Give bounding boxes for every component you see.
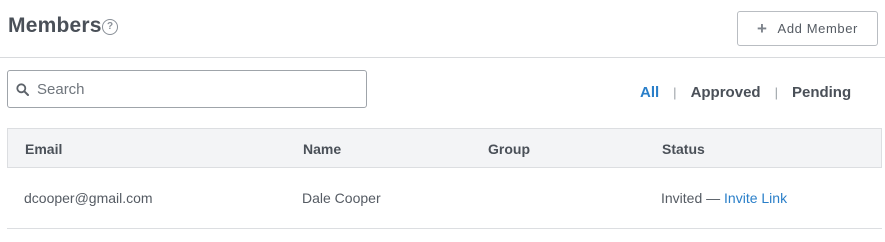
filter-separator: | [774,85,778,100]
help-icon[interactable]: ? [102,19,118,35]
column-header-group[interactable]: Group [488,141,530,157]
page-header: Members ? + Add Member [0,0,885,58]
member-status: Invited — Invite Link [661,190,787,206]
filter-pending[interactable]: Pending [792,84,851,101]
column-header-status[interactable]: Status [662,141,705,157]
table-row[interactable]: dcooper@gmail.com Dale Cooper Invited — … [7,168,882,229]
page-title: Members [8,14,102,37]
filter-approved[interactable]: Approved [691,84,761,101]
invite-link[interactable]: Invite Link [724,190,787,206]
search-icon [16,82,29,96]
plus-icon: + [757,19,768,38]
table-header: Email Name Group Status [7,128,882,168]
status-text: Invited — [661,190,721,206]
member-name: Dale Cooper [302,190,381,206]
search-box[interactable] [7,70,367,108]
member-email: dcooper@gmail.com [24,190,153,206]
status-filter: All | Approved | Pending [640,84,851,101]
filter-all[interactable]: All [640,84,659,101]
column-header-name[interactable]: Name [303,141,341,157]
add-member-label: Add Member [777,21,858,36]
filter-separator: | [673,85,677,100]
column-header-email[interactable]: Email [25,141,62,157]
add-member-button[interactable]: + Add Member [737,11,878,46]
search-input[interactable] [35,79,359,99]
